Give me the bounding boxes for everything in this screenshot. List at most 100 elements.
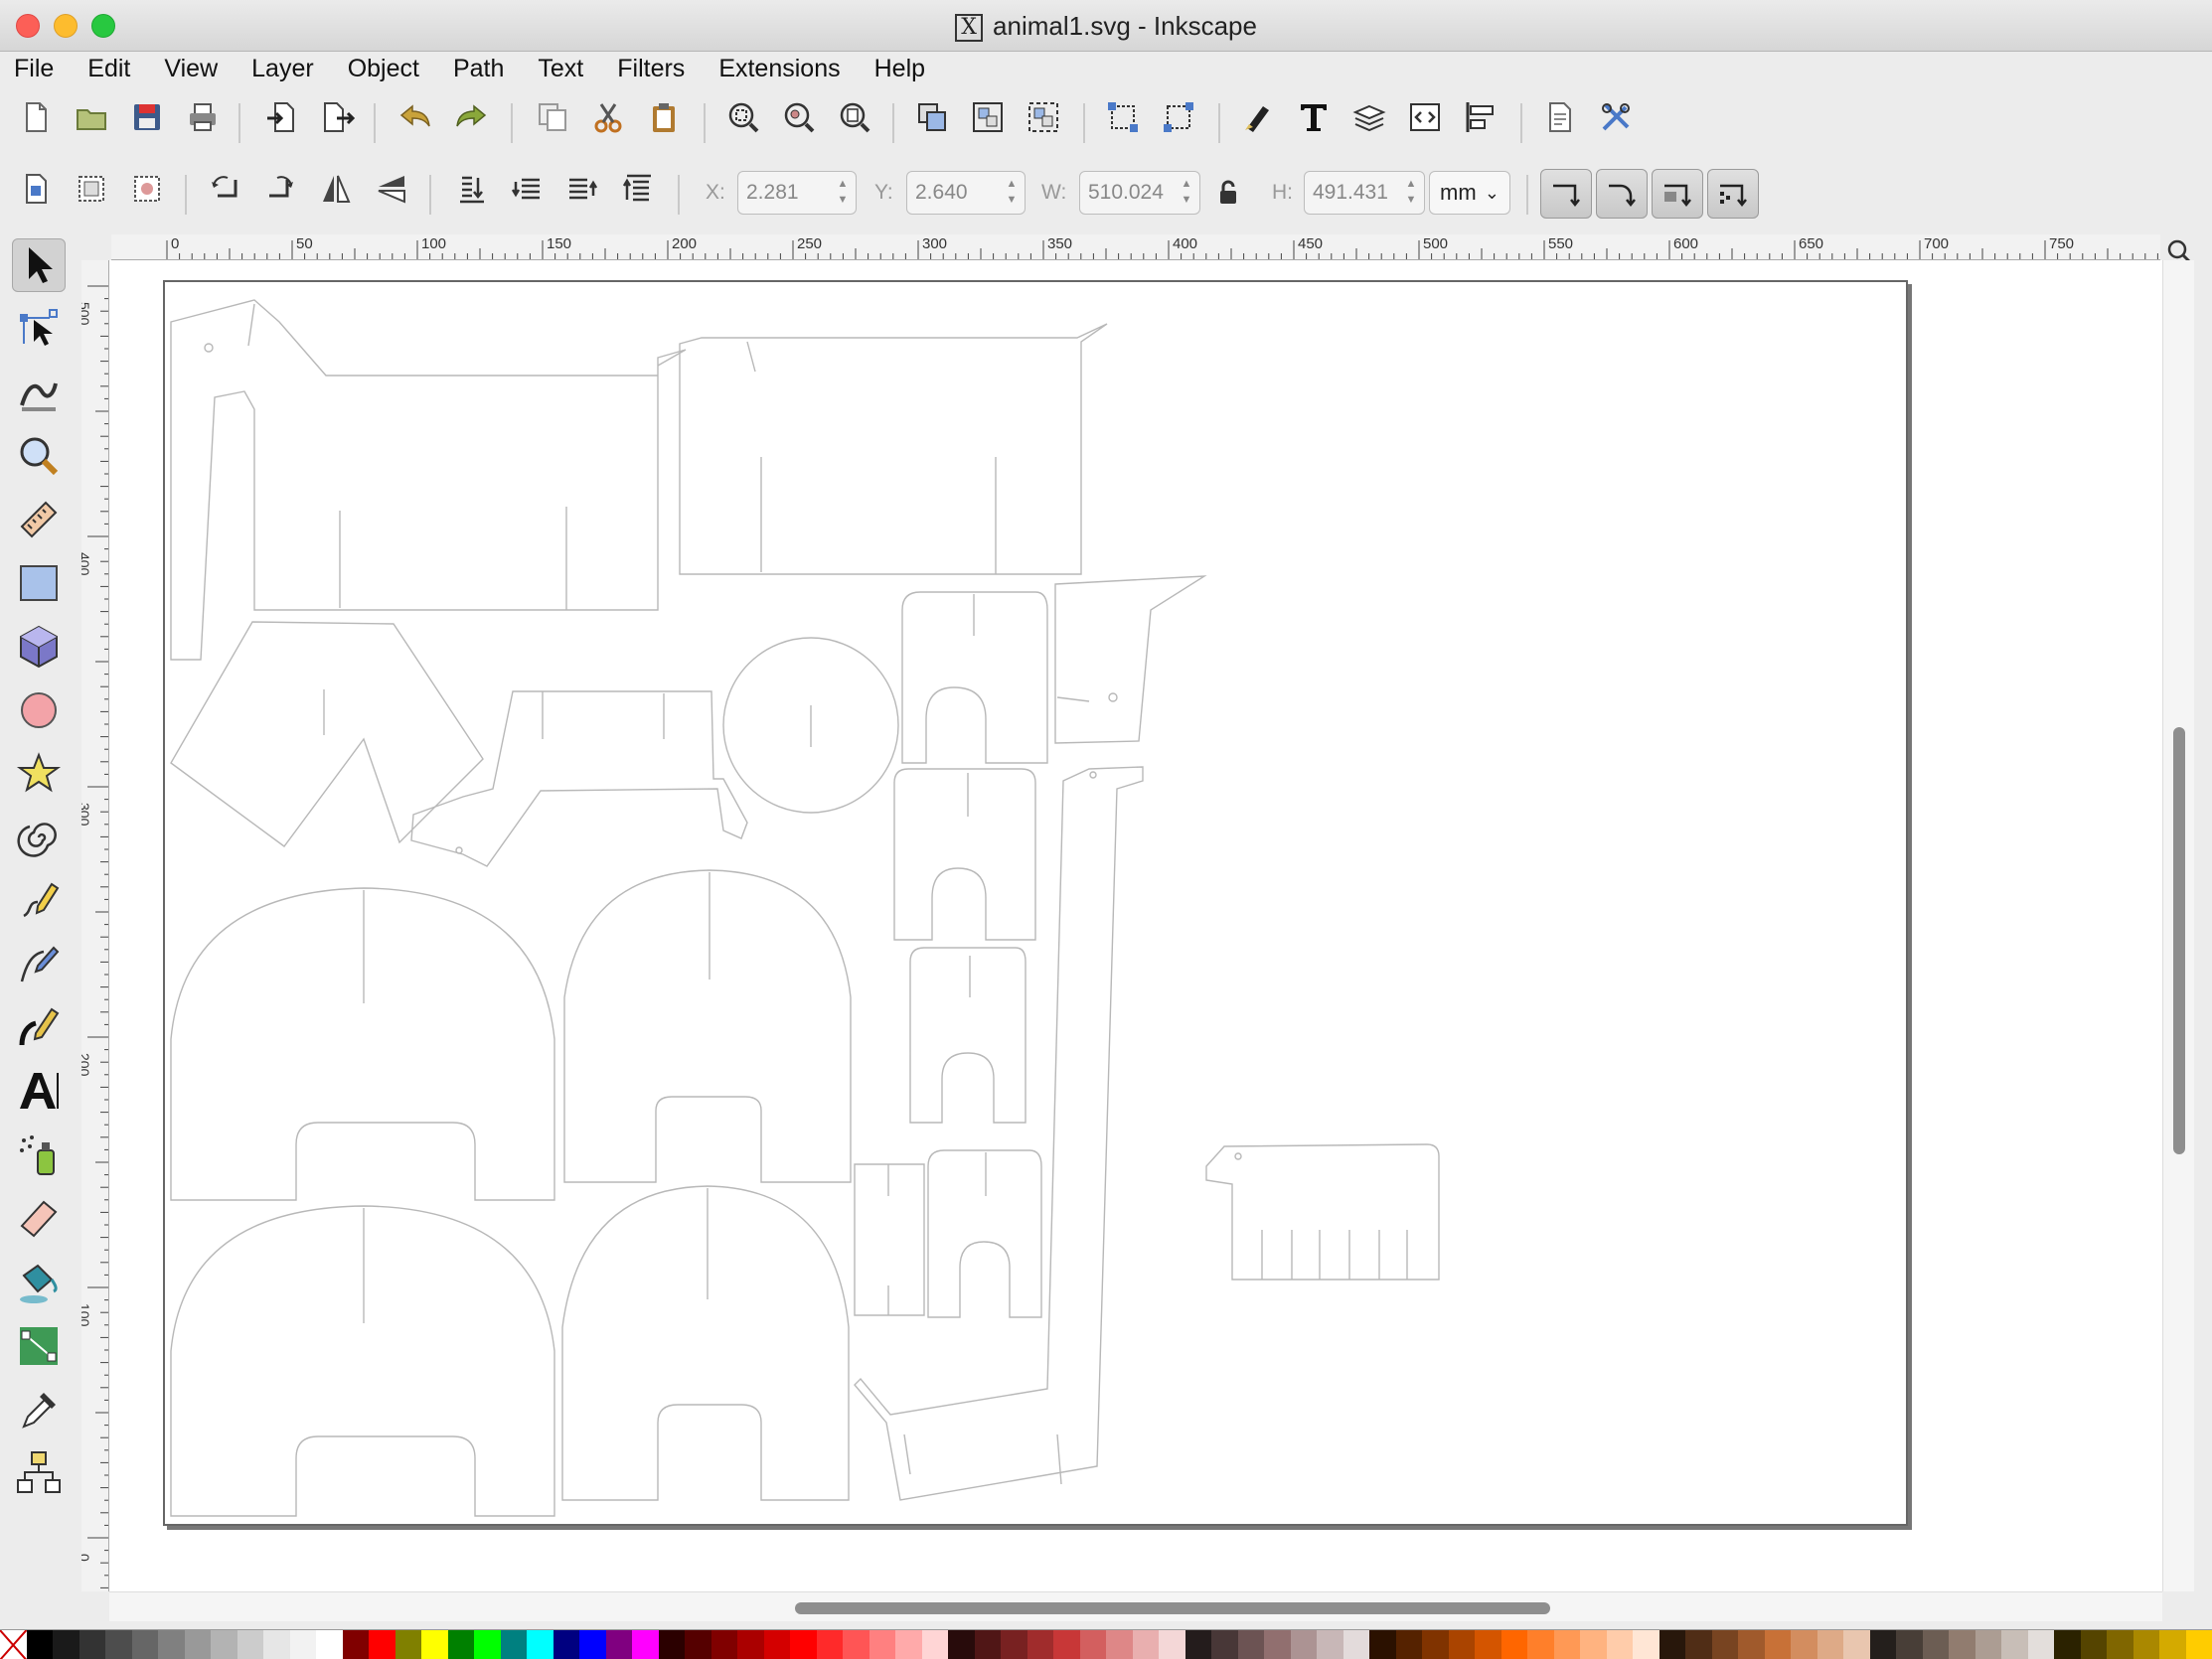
menu-object[interactable]: Object	[348, 55, 419, 83]
color-swatch[interactable]	[2054, 1630, 2081, 1659]
color-swatch[interactable]	[26, 1630, 53, 1659]
color-swatch[interactable]	[2027, 1630, 2054, 1659]
color-swatch[interactable]	[658, 1630, 685, 1659]
y-spinner-arrows[interactable]: ▲ ▼	[1003, 176, 1021, 210]
fill-stroke-icon[interactable]	[1236, 95, 1280, 139]
select-all-layers-icon[interactable]	[70, 167, 113, 211]
zoom-selection-icon[interactable]	[721, 95, 765, 139]
w-spinner-arrows[interactable]: ▲ ▼	[1178, 176, 1195, 210]
color-swatch[interactable]	[527, 1630, 553, 1659]
menu-view[interactable]: View	[164, 55, 218, 83]
color-swatch[interactable]	[869, 1630, 895, 1659]
color-swatch[interactable]	[1869, 1630, 1896, 1659]
color-swatch[interactable]	[1422, 1630, 1449, 1659]
color-swatch[interactable]	[1685, 1630, 1712, 1659]
color-swatch[interactable]	[1027, 1630, 1053, 1659]
x-spinner-arrows[interactable]: ▲ ▼	[834, 176, 852, 210]
select-all-icon[interactable]	[14, 167, 58, 211]
color-swatch[interactable]	[1606, 1630, 1633, 1659]
spray-tool[interactable]	[12, 1129, 66, 1182]
color-swatch[interactable]	[1448, 1630, 1475, 1659]
color-swatch[interactable]	[1079, 1630, 1106, 1659]
color-swatch[interactable]	[1580, 1630, 1607, 1659]
color-swatch[interactable]	[1817, 1630, 1843, 1659]
preferences-icon[interactable]	[1594, 95, 1638, 139]
dropper-tool[interactable]	[12, 1383, 66, 1436]
gradient-tool[interactable]	[12, 1319, 66, 1373]
color-swatch[interactable]	[711, 1630, 737, 1659]
paint-bucket-tool[interactable]	[12, 1256, 66, 1309]
text-tool[interactable]	[12, 1065, 66, 1119]
transform-icon[interactable]	[1157, 95, 1200, 139]
undo-icon[interactable]	[394, 95, 437, 139]
flip-horizontal-icon[interactable]	[314, 167, 358, 211]
color-swatch[interactable]	[1553, 1630, 1580, 1659]
color-swatch[interactable]	[1106, 1630, 1133, 1659]
color-swatch[interactable]	[579, 1630, 606, 1659]
cut-piece-head[interactable]	[1054, 575, 1207, 744]
cut-piece-middle-body[interactable]	[410, 690, 748, 867]
cut-piece-assembled-animal[interactable]	[1205, 1143, 1440, 1281]
color-swatch[interactable]	[369, 1630, 395, 1659]
vertical-ruler[interactable]: 500 400 300 200 100 0	[81, 260, 109, 1591]
color-swatch[interactable]	[816, 1630, 843, 1659]
color-swatch[interactable]	[316, 1630, 343, 1659]
color-swatch[interactable]	[1633, 1630, 1659, 1659]
cut-piece-arch-3[interactable]	[909, 947, 1027, 1124]
color-swatch[interactable]	[289, 1630, 316, 1659]
pen-tool[interactable]	[12, 938, 66, 991]
calligraphy-tool[interactable]	[12, 1001, 66, 1055]
rotate-ccw-icon[interactable]	[203, 167, 246, 211]
spiral-tool[interactable]	[12, 811, 66, 864]
document-properties-icon[interactable]	[1538, 95, 1582, 139]
horizontal-ruler[interactable]: 0 50 100 150 200 250 300 350 400 450 500 550 600 650 7…	[111, 234, 2160, 260]
color-swatch[interactable]	[1501, 1630, 1527, 1659]
color-swatch[interactable]	[79, 1630, 105, 1659]
cut-piece-circle[interactable]	[722, 637, 899, 814]
star-tool[interactable]	[12, 747, 66, 801]
color-swatch[interactable]	[131, 1630, 158, 1659]
raise-top-icon[interactable]	[910, 95, 954, 139]
align-icon[interactable]	[1459, 95, 1502, 139]
cut-piece-big-arch-1[interactable]	[170, 887, 555, 1201]
cut-piece-top-middle[interactable]	[679, 323, 1108, 575]
color-swatch[interactable]	[737, 1630, 764, 1659]
no-paint-swatch[interactable]	[0, 1629, 28, 1659]
ungroup-icon[interactable]	[1022, 95, 1065, 139]
cut-piece-big-arch-2[interactable]	[563, 869, 852, 1183]
text-font-icon[interactable]	[1292, 95, 1336, 139]
color-swatch[interactable]	[1343, 1630, 1369, 1659]
selector-tool[interactable]	[12, 238, 66, 292]
color-swatch[interactable]	[790, 1630, 817, 1659]
x-input[interactable]: 2.281 ▲ ▼	[737, 171, 857, 215]
color-swatch[interactable]	[105, 1630, 132, 1659]
cut-piece-big-arch-4[interactable]	[561, 1185, 850, 1501]
scale-stroke-toggle[interactable]	[1540, 169, 1592, 219]
color-swatch[interactable]	[474, 1630, 501, 1659]
menu-help[interactable]: Help	[874, 55, 925, 83]
menu-text[interactable]: Text	[538, 55, 583, 83]
color-swatch[interactable]	[1237, 1630, 1264, 1659]
color-swatch[interactable]	[1764, 1630, 1791, 1659]
ellipse-tool[interactable]	[12, 683, 66, 737]
h-spinner-arrows[interactable]: ▲ ▼	[1402, 176, 1420, 210]
y-input[interactable]: 2.640 ▲ ▼	[906, 171, 1026, 215]
color-swatch[interactable]	[342, 1630, 369, 1659]
color-swatch[interactable]	[1711, 1630, 1738, 1659]
color-swatch[interactable]	[685, 1630, 711, 1659]
zoom-tool[interactable]	[12, 429, 66, 483]
drawing-canvas[interactable]	[109, 260, 2162, 1591]
cut-piece-arch-1[interactable]	[901, 591, 1048, 764]
color-swatch[interactable]	[1738, 1630, 1765, 1659]
color-swatch[interactable]	[184, 1630, 211, 1659]
rectangle-tool[interactable]	[12, 556, 66, 610]
color-swatch[interactable]	[632, 1630, 659, 1659]
color-swatch[interactable]	[1001, 1630, 1027, 1659]
open-icon[interactable]	[70, 95, 113, 139]
color-swatch[interactable]	[763, 1630, 790, 1659]
cut-piece-arch-4[interactable]	[927, 1149, 1042, 1318]
transform-gradients-toggle[interactable]	[1652, 169, 1703, 219]
color-swatch[interactable]	[211, 1630, 237, 1659]
tweak-tool[interactable]	[12, 366, 66, 419]
xml-editor-icon[interactable]	[1403, 95, 1447, 139]
